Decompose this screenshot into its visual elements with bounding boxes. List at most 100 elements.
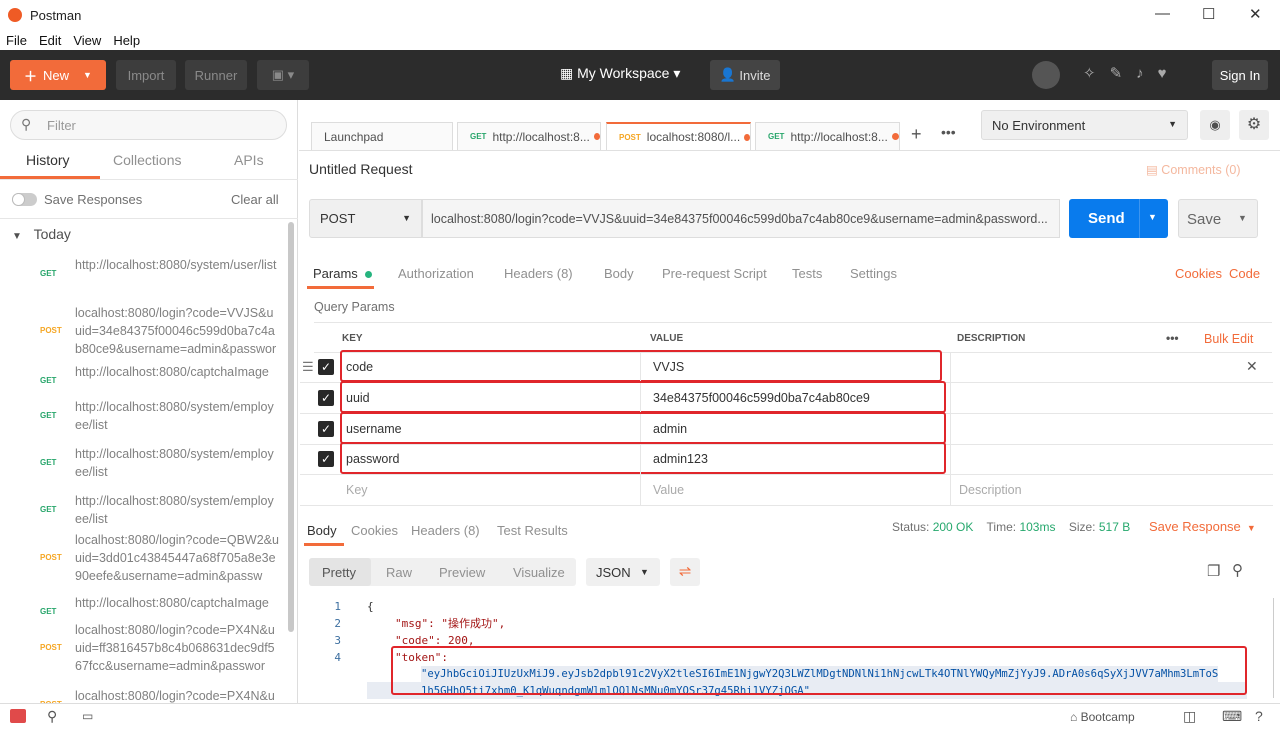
key-placeholder[interactable]: Key: [346, 483, 368, 497]
param-checkbox[interactable]: ✓: [318, 421, 334, 437]
url-input[interactable]: localhost:8080/login?code=VVJS&uuid=34e8…: [422, 199, 1060, 238]
cookies-link[interactable]: Cookies: [1175, 266, 1222, 281]
tab-history[interactable]: History: [26, 152, 70, 168]
environment-select[interactable]: No Environment ▼: [981, 110, 1188, 140]
wrench-icon[interactable]: ✎: [1110, 65, 1137, 82]
view-visualize[interactable]: Visualize: [513, 565, 565, 580]
more-options-icon[interactable]: •••: [1166, 331, 1179, 345]
view-pretty[interactable]: Pretty: [322, 565, 356, 580]
param-checkbox[interactable]: ✓: [318, 390, 334, 406]
tab-request-1[interactable]: GET http://localhost:8...: [457, 122, 601, 150]
tab-tests[interactable]: Tests: [792, 266, 822, 281]
tab-request-active[interactable]: POST localhost:8080/l...: [606, 122, 751, 150]
heart-icon[interactable]: ♥: [1158, 65, 1181, 82]
response-tab-test-results[interactable]: Test Results: [497, 523, 568, 538]
wrap-lines-icon[interactable]: ⇌: [670, 558, 700, 586]
history-item[interactable]: GET http://localhost:8080/system/employee…: [0, 445, 290, 481]
save-responses-label: Save Responses: [44, 192, 143, 207]
format-select[interactable]: JSON ▼: [586, 558, 660, 586]
runner-button[interactable]: Runner: [185, 60, 247, 90]
history-item[interactable]: POST localhost:8080/login?code=PX4N&uuid=…: [0, 621, 290, 675]
bell-icon[interactable]: ♪: [1136, 65, 1158, 82]
history-url: http://localhost:8080/system/user/list: [75, 258, 277, 272]
tab-settings[interactable]: Settings: [850, 266, 897, 281]
tab-params[interactable]: Params: [313, 266, 373, 281]
param-checkbox[interactable]: ✓: [318, 359, 334, 375]
tab-collections[interactable]: Collections: [113, 152, 181, 168]
menu-file[interactable]: File: [6, 33, 27, 48]
menu-edit[interactable]: Edit: [39, 33, 61, 48]
window-title: Postman: [30, 7, 82, 23]
keyboard-icon[interactable]: ⌨: [1222, 708, 1242, 725]
new-button[interactable]: ＋ New ▼: [10, 60, 106, 90]
value-placeholder[interactable]: Value: [653, 483, 684, 497]
filter-input[interactable]: ⚲ Filter: [10, 110, 287, 140]
new-tab-plus-icon[interactable]: +: [911, 124, 922, 145]
method-badge: GET: [40, 376, 57, 385]
sign-in-button[interactable]: Sign In: [1212, 60, 1268, 90]
code-link[interactable]: Code: [1229, 266, 1260, 281]
sync-off-icon[interactable]: [1032, 61, 1060, 89]
history-item[interactable]: GET http://localhost:8080/system/employee…: [0, 492, 290, 528]
view-raw[interactable]: Raw: [386, 565, 412, 580]
bootcamp-icon: ⌂: [1070, 710, 1081, 724]
save-button[interactable]: Save ▼: [1178, 199, 1258, 238]
menu-help[interactable]: Help: [113, 33, 140, 48]
layout-icon[interactable]: ◫: [1183, 708, 1196, 725]
eye-icon[interactable]: ◉: [1200, 110, 1230, 140]
response-tab-body[interactable]: Body: [307, 523, 337, 538]
editor-scrollbar[interactable]: [1273, 598, 1274, 698]
history-url: http://localhost:8080/system/employee/li…: [75, 447, 274, 479]
history-item[interactable]: GET http://localhost:8080/captchaImage: [0, 363, 290, 399]
tab-request-3[interactable]: GET http://localhost:8...: [755, 122, 900, 150]
history-item[interactable]: POST localhost:8080/login?code=VVJS&uuid=…: [0, 304, 290, 358]
param-checkbox[interactable]: ✓: [318, 451, 334, 467]
save-response-button[interactable]: Save Response ▼: [1149, 519, 1256, 534]
group-today[interactable]: ▼ Today: [12, 226, 71, 242]
param-row: ☰ ✓ code VVJS ✕: [300, 350, 1273, 383]
import-button[interactable]: Import: [116, 60, 176, 90]
search-icon[interactable]: ⚲: [1232, 561, 1243, 579]
history-item[interactable]: POST localhost:8080/login?code=QBW2&uuid=…: [0, 531, 290, 585]
copy-icon[interactable]: ❐: [1207, 562, 1220, 580]
save-responses-toggle[interactable]: [12, 193, 37, 206]
new-window-button[interactable]: ▣ ▾: [257, 60, 309, 90]
response-tab-headers[interactable]: Headers (8): [411, 523, 480, 538]
method-select[interactable]: POST ▼: [309, 199, 422, 238]
tab-launchpad[interactable]: Launchpad: [311, 122, 453, 150]
satellite-icon[interactable]: ✧: [1083, 65, 1110, 82]
request-name[interactable]: Untitled Request: [309, 161, 413, 177]
response-tab-cookies[interactable]: Cookies: [351, 523, 398, 538]
view-preview[interactable]: Preview: [439, 565, 485, 580]
maximize-button[interactable]: ☐: [1202, 5, 1215, 23]
tab-prerequest-script[interactable]: Pre-request Script: [662, 266, 767, 281]
tab-body[interactable]: Body: [604, 266, 634, 281]
sidebar-toggle-icon[interactable]: [10, 709, 26, 723]
workspace-dropdown[interactable]: ▦ My Workspace ▾: [560, 65, 680, 82]
method-badge: POST: [40, 553, 62, 562]
console-icon[interactable]: ▭: [82, 709, 93, 723]
bulk-edit-link[interactable]: Bulk Edit: [1204, 332, 1253, 346]
more-tabs-icon[interactable]: •••: [941, 124, 956, 140]
history-url: http://localhost:8080/captchaImage: [75, 596, 269, 610]
find-icon[interactable]: ⚲: [47, 708, 57, 725]
minimize-button[interactable]: —: [1155, 5, 1170, 22]
invite-button[interactable]: 👤 Invite: [710, 60, 780, 90]
menu-view[interactable]: View: [73, 33, 101, 48]
comments-button[interactable]: ▤ Comments (0): [1146, 162, 1240, 177]
tab-authorization[interactable]: Authorization: [398, 266, 474, 281]
tab-apis[interactable]: APIs: [234, 152, 264, 168]
settings-gear-icon[interactable]: ⚙: [1239, 110, 1269, 140]
history-item[interactable]: GET http://localhost:8080/system/employee…: [0, 398, 290, 434]
close-button[interactable]: ✕: [1249, 5, 1262, 23]
clear-all-button[interactable]: Clear all: [231, 192, 279, 207]
view-mode-group: Pretty Raw Preview Visualize: [309, 558, 576, 586]
help-icon[interactable]: ?: [1255, 708, 1263, 724]
tab-headers[interactable]: Headers (8): [504, 266, 573, 281]
drag-handle-icon[interactable]: ☰: [302, 359, 314, 375]
history-item[interactable]: GET http://localhost:8080/system/user/lis…: [0, 256, 290, 292]
bootcamp-button[interactable]: ⌂ Bootcamp: [1070, 710, 1135, 724]
send-button[interactable]: Send ▼: [1069, 199, 1168, 238]
delete-row-icon[interactable]: ✕: [1246, 358, 1258, 375]
description-placeholder[interactable]: Description: [959, 483, 1022, 497]
